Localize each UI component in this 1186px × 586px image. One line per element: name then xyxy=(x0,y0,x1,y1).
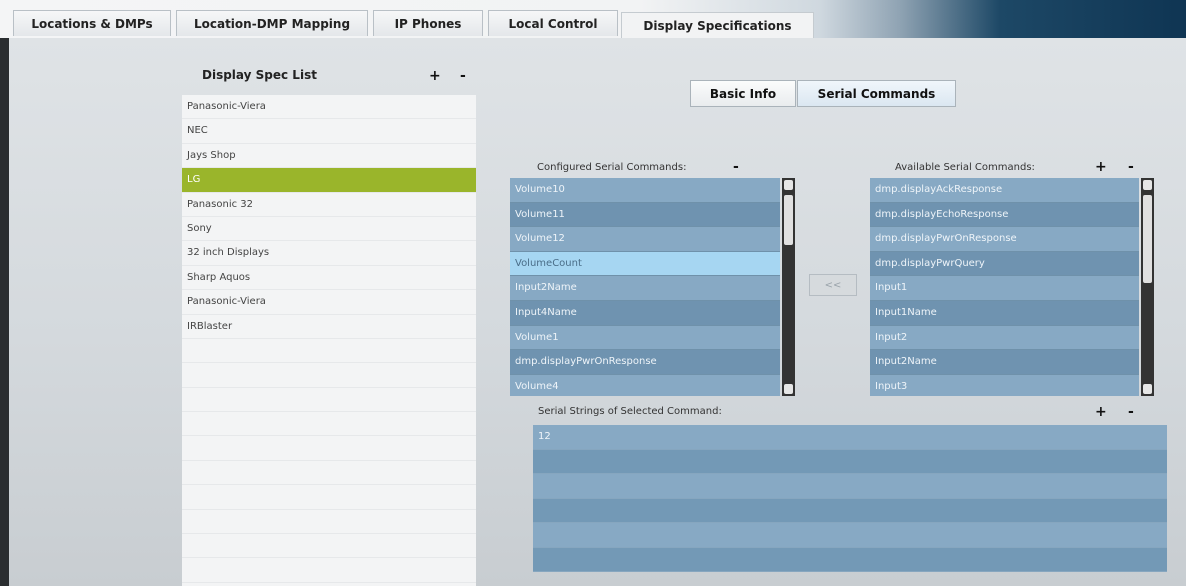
serial-command-item[interactable]: Input4Name xyxy=(510,300,780,326)
scroll-up-arrow[interactable] xyxy=(784,180,793,190)
serial-command-item[interactable]: Input2 xyxy=(870,325,1139,351)
display-spec-item[interactable]: Panasonic-Viera xyxy=(182,95,476,120)
serial-strings-table[interactable]: 12 xyxy=(533,425,1167,572)
available-serial-commands-list[interactable]: dmp.displayAckResponse dmp.displayEchoRes… xyxy=(870,178,1139,396)
display-spec-item[interactable]: Panasonic-Viera xyxy=(182,290,476,315)
display-spec-item[interactable]: 32 inch Displays xyxy=(182,241,476,266)
serial-command-item[interactable]: dmp.displayEchoResponse xyxy=(870,202,1139,228)
remove-available-command-button[interactable]: - xyxy=(1128,160,1134,174)
display-spec-empty-row xyxy=(182,485,476,510)
remove-configured-command-button[interactable]: - xyxy=(733,160,739,174)
serial-command-item[interactable]: Volume11 xyxy=(510,202,780,228)
tab-location-dmp-mapping[interactable]: Location-DMP Mapping xyxy=(176,10,368,36)
serial-string-row[interactable] xyxy=(533,449,1167,474)
serial-command-item[interactable]: dmp.displayPwrQuery xyxy=(870,251,1139,277)
display-spec-item[interactable]: Panasonic 32 xyxy=(182,193,476,217)
serial-command-item[interactable]: Volume4 xyxy=(510,374,780,396)
tab-ip-phones[interactable]: IP Phones xyxy=(373,10,483,36)
serial-command-item[interactable]: VolumeCount xyxy=(510,251,780,277)
move-to-configured-button[interactable]: << xyxy=(809,274,857,296)
display-spec-item[interactable]: NEC xyxy=(182,119,476,144)
tab-locations-dmps[interactable]: Locations & DMPs xyxy=(13,10,171,36)
serial-command-item[interactable]: Input1 xyxy=(870,276,1139,301)
basic-info-tab[interactable]: Basic Info xyxy=(690,80,796,107)
serial-command-item[interactable]: Input1Name xyxy=(870,300,1139,326)
configured-list-scrollbar[interactable] xyxy=(782,178,795,396)
serial-string-row[interactable] xyxy=(533,523,1167,548)
available-serial-commands-label: Available Serial Commands: xyxy=(895,162,1035,173)
tab-display-specifications[interactable]: Display Specifications xyxy=(621,12,814,39)
serial-command-item[interactable]: Volume1 xyxy=(510,325,780,351)
scroll-down-arrow[interactable] xyxy=(784,384,793,394)
serial-command-item[interactable]: Volume10 xyxy=(510,178,780,203)
display-spec-item[interactable]: LG xyxy=(182,168,476,193)
scroll-down-arrow[interactable] xyxy=(1143,384,1152,394)
serial-command-item[interactable]: dmp.displayAckResponse xyxy=(870,178,1139,203)
scroll-up-arrow[interactable] xyxy=(1143,180,1152,190)
display-spec-list-title: Display Spec List xyxy=(202,68,317,82)
scroll-thumb[interactable] xyxy=(1143,195,1152,283)
display-spec-item[interactable]: Sony xyxy=(182,217,476,242)
remove-serial-string-button[interactable]: - xyxy=(1128,405,1134,419)
display-spec-empty-row xyxy=(182,510,476,535)
display-spec-empty-row xyxy=(182,363,476,388)
serial-string-row[interactable]: 12 xyxy=(533,425,1167,450)
serial-commands-tab[interactable]: Serial Commands xyxy=(797,80,956,107)
display-spec-empty-row xyxy=(182,461,476,486)
left-edge xyxy=(0,38,9,586)
display-spec-empty-row xyxy=(182,339,476,364)
display-spec-empty-row xyxy=(182,436,476,461)
serial-string-row[interactable] xyxy=(533,474,1167,499)
remove-display-spec-button[interactable]: - xyxy=(460,69,466,83)
display-spec-empty-row xyxy=(182,412,476,437)
tab-local-control[interactable]: Local Control xyxy=(488,10,618,36)
add-display-spec-button[interactable]: + xyxy=(429,69,441,83)
serial-command-item[interactable]: dmp.displayPwrOnResponse xyxy=(870,227,1139,252)
display-spec-empty-row xyxy=(182,534,476,559)
available-list-scrollbar[interactable] xyxy=(1141,178,1154,396)
serial-string-row[interactable] xyxy=(533,498,1167,523)
display-spec-list[interactable]: Panasonic-Viera NEC Jays Shop LG Panasonic 3… xyxy=(182,95,476,586)
serial-command-item[interactable]: Volume12 xyxy=(510,227,780,252)
add-serial-string-button[interactable]: + xyxy=(1095,405,1107,419)
display-spec-empty-row xyxy=(182,388,476,413)
serial-string-row[interactable] xyxy=(533,547,1167,572)
display-spec-item[interactable]: Jays Shop xyxy=(182,144,476,169)
serial-command-item[interactable]: Input3 xyxy=(870,374,1139,396)
configured-serial-commands-list[interactable]: Volume10 Volume11 Volume12 VolumeCount Input… xyxy=(510,178,780,396)
display-spec-item[interactable]: IRBlaster xyxy=(182,315,476,339)
add-available-command-button[interactable]: + xyxy=(1095,160,1107,174)
configured-serial-commands-label: Configured Serial Commands: xyxy=(537,162,687,173)
scroll-thumb[interactable] xyxy=(784,195,793,245)
serial-strings-label: Serial Strings of Selected Command: xyxy=(538,406,722,417)
top-tab-bar: Locations & DMPs Location-DMP Mapping IP… xyxy=(0,0,1186,39)
display-spec-item[interactable]: Sharp Aquos xyxy=(182,266,476,291)
serial-command-item[interactable]: Input2Name xyxy=(510,276,780,301)
display-spec-empty-row xyxy=(182,558,476,583)
serial-command-item[interactable]: Input2Name xyxy=(870,350,1139,375)
serial-command-item[interactable]: dmp.displayPwrOnResponse xyxy=(510,350,780,375)
